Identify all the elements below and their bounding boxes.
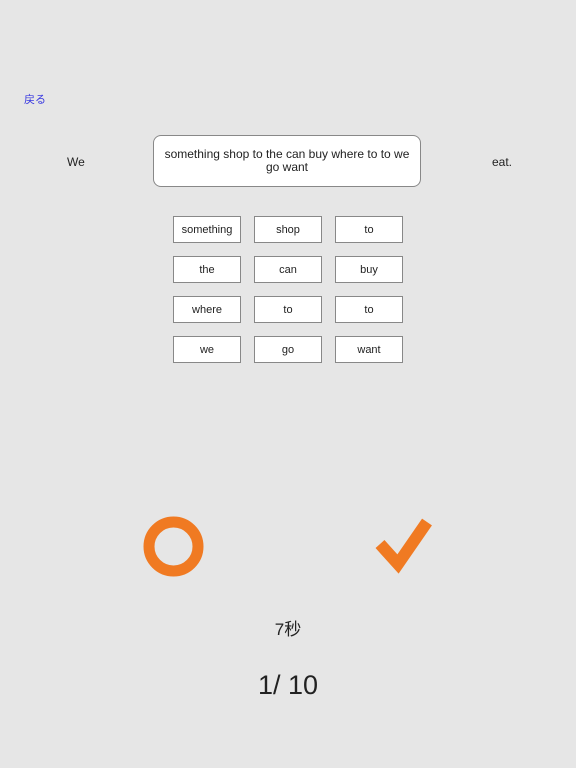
submit-button[interactable] bbox=[374, 516, 432, 576]
answer-text: something shop to the can buy where to t… bbox=[164, 147, 410, 174]
word-choice-grid: something shop to the can buy where to t… bbox=[173, 216, 403, 363]
timer-text: 7秒 bbox=[274, 620, 302, 639]
word-choice[interactable]: the bbox=[173, 256, 241, 283]
word-choice[interactable]: go bbox=[254, 336, 322, 363]
progress-counter: 1/ 10 bbox=[257, 670, 319, 700]
word-choice[interactable]: to bbox=[335, 296, 403, 323]
circle-icon bbox=[143, 516, 204, 577]
back-button[interactable]: 戻る bbox=[24, 91, 46, 107]
reset-button[interactable] bbox=[143, 516, 204, 577]
check-icon bbox=[375, 518, 432, 574]
word-choice[interactable]: want bbox=[335, 336, 403, 363]
word-choice[interactable]: buy bbox=[335, 256, 403, 283]
word-choice[interactable]: shop bbox=[254, 216, 322, 243]
sentence-suffix: eat. bbox=[492, 155, 513, 169]
word-choice[interactable]: we bbox=[173, 336, 241, 363]
answer-box: something shop to the can buy where to t… bbox=[153, 135, 421, 187]
word-choice[interactable]: can bbox=[254, 256, 322, 283]
word-choice[interactable]: where bbox=[173, 296, 241, 323]
word-choice[interactable]: something bbox=[173, 216, 241, 243]
word-choice[interactable]: to bbox=[254, 296, 322, 323]
word-choice[interactable]: to bbox=[335, 216, 403, 243]
sentence-prefix: We bbox=[67, 155, 85, 169]
